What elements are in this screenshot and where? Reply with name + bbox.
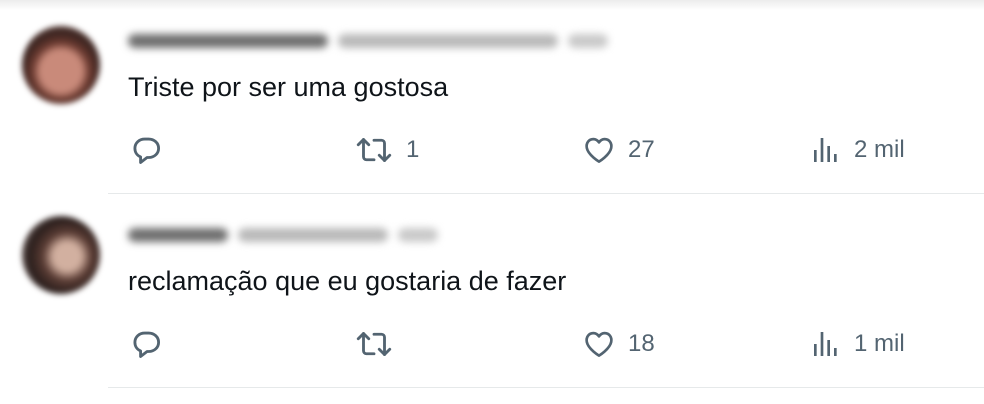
- tweet-actions: 1 27 2 mil: [0, 132, 984, 168]
- retweet-button[interactable]: 1: [354, 132, 419, 168]
- tweet-text: Triste por ser uma gostosa: [128, 72, 449, 102]
- reply-feed: Triste por ser uma gostosa 1 27 2 mil re…: [0, 0, 984, 404]
- tweet-text: reclamação que eu gostaria de fazer: [128, 266, 567, 296]
- views-icon: [810, 328, 842, 360]
- like-count: 18: [628, 330, 655, 357]
- like-icon: [582, 327, 616, 361]
- divider: [108, 387, 984, 388]
- blurred-timestamp: [568, 34, 608, 48]
- views-count: 1 mil: [854, 330, 905, 357]
- blurred-display-name: [128, 34, 328, 48]
- tweet[interactable]: reclamação que eu gostaria de fazer 18 1…: [0, 194, 984, 388]
- reply-button[interactable]: [128, 132, 164, 168]
- blurred-display-name: [128, 228, 228, 242]
- retweet-icon: [354, 326, 394, 362]
- blurred-username: [338, 34, 558, 48]
- tweet-header-blurred: [128, 224, 438, 246]
- avatar[interactable]: [22, 26, 100, 104]
- tweet[interactable]: Triste por ser uma gostosa 1 27 2 mil: [0, 0, 984, 194]
- views-count: 2 mil: [854, 136, 905, 163]
- views-icon: [810, 134, 842, 166]
- like-button[interactable]: 18: [582, 326, 655, 362]
- retweet-button[interactable]: [354, 326, 406, 362]
- avatar[interactable]: [22, 216, 100, 294]
- reply-button[interactable]: [128, 326, 164, 362]
- reply-icon: [128, 326, 164, 362]
- views-button[interactable]: 2 mil: [810, 132, 905, 168]
- reply-icon: [128, 132, 164, 168]
- tweet-actions: 18 1 mil: [0, 326, 984, 362]
- top-edge-shade: [0, 0, 984, 10]
- tweet-header-blurred: [128, 30, 608, 52]
- retweet-count: 1: [406, 136, 420, 163]
- like-button[interactable]: 27: [582, 132, 655, 168]
- views-button[interactable]: 1 mil: [810, 326, 905, 362]
- like-icon: [582, 133, 616, 167]
- blurred-username: [238, 228, 388, 242]
- blurred-timestamp: [398, 228, 438, 242]
- retweet-icon: [354, 132, 394, 168]
- like-count: 27: [628, 136, 655, 163]
